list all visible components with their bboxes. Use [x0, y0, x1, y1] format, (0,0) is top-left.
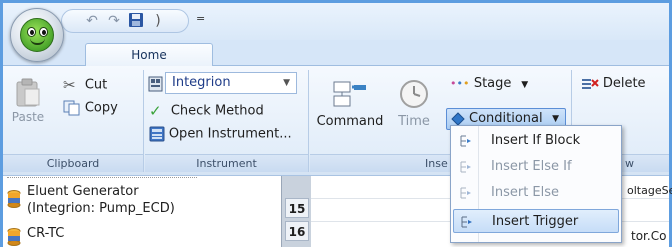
clock-icon [400, 80, 428, 108]
command-label: Command [316, 114, 384, 129]
ribbon-tabs: Home [3, 40, 669, 67]
copy-label: Copy [84, 100, 118, 116]
save-icon[interactable] [127, 12, 145, 30]
time-label: Time [398, 114, 430, 129]
menu-item-insert-trigger[interactable]: Insert Trigger [453, 209, 619, 233]
copy-button[interactable]: Copy [63, 100, 118, 116]
check-method-button[interactable]: ✓ Check Method [149, 102, 264, 120]
tree-item-sublabel: (Integrion: Pump_ECD) [27, 201, 175, 216]
instrument-group: Integrion ▼ ✓ Check Method Open Instrume… [145, 70, 309, 172]
open-instrument-label: Open Instrument... [168, 126, 292, 142]
menu-item-label: Insert Else If [491, 159, 572, 174]
cut-label: Cut [84, 77, 108, 93]
menu-item-label: Insert Else [491, 185, 560, 200]
delete-row-icon [582, 78, 599, 89]
checkmark-icon: ✓ [149, 102, 162, 120]
tree-clipped-item [7, 170, 197, 178]
command-icon [333, 81, 366, 107]
insert-else-if-icon [460, 161, 471, 173]
quick-access-toolbar: ↶ ↷ ) = [61, 9, 205, 35]
insert-trigger-icon [461, 216, 472, 228]
row-number[interactable]: 15 [285, 198, 309, 218]
component-tree: Eluent Generator (Integrion: Pump_ECD) C… [3, 176, 281, 247]
menu-item-insert-if-block[interactable]: Insert If Block [453, 129, 619, 153]
stage-button[interactable]: ••• Stage ▼ [450, 76, 528, 91]
conditional-dropdown-menu: Insert If Block Insert Else If Insert El… [450, 125, 622, 243]
row-number[interactable]: 16 [285, 221, 309, 241]
tree-item-label: Eluent Generator [27, 184, 139, 199]
paste-icon [16, 78, 40, 107]
command-button[interactable]: Command [316, 78, 384, 129]
instrument-panel-icon [149, 126, 165, 142]
logo-eye-left [27, 27, 36, 37]
menu-item-label: Insert Trigger [492, 214, 579, 229]
instrument-select-value: Integrion [172, 75, 231, 90]
crtc-cylinder-icon [7, 228, 21, 246]
application-menu-button[interactable] [10, 8, 64, 62]
undo-icon[interactable]: ↶ [83, 12, 101, 30]
grid-cell-text: oltageSe [627, 184, 672, 197]
grid-cell-text: tor.Co [631, 229, 667, 243]
app-logo-icon [20, 18, 54, 52]
logo-smile [30, 38, 45, 45]
conditional-label: Conditional [469, 111, 543, 126]
menu-item-insert-else-if[interactable]: Insert Else If [453, 155, 619, 179]
title-bar: ↶ ↷ ) = [3, 3, 669, 40]
delete-button[interactable]: Delete [581, 76, 646, 91]
eluent-cylinder-icon [7, 190, 21, 208]
chevron-down-icon: ▼ [283, 78, 290, 88]
qat-divider-icon: ) [155, 13, 161, 29]
paste-button[interactable]: Paste [9, 78, 47, 124]
insert-else-icon [460, 187, 471, 199]
copy-icon [63, 100, 80, 116]
instrument-select[interactable]: Integrion ▼ [165, 72, 297, 94]
menu-item-label: Insert If Block [491, 133, 581, 148]
cut-button[interactable]: ✂ Cut [63, 76, 107, 94]
open-instrument-button[interactable]: Open Instrument... [149, 126, 292, 142]
time-button[interactable]: Time [394, 78, 434, 129]
logo-eye-right [39, 27, 48, 37]
instrument-icon [148, 76, 163, 95]
stage-chevron-down-icon: ▼ [521, 80, 529, 90]
row-number-column: 15 16 [281, 176, 311, 247]
paste-label: Paste [11, 110, 45, 124]
redo-icon[interactable]: ↷ [105, 12, 123, 30]
insert-if-icon [460, 135, 471, 147]
stage-label: Stage [473, 76, 512, 91]
conditional-chevron-down-icon: ▼ [552, 114, 559, 124]
quick-access-pill [61, 9, 189, 33]
customize-qat-button[interactable]: = [196, 12, 205, 25]
menu-item-insert-else[interactable]: Insert Else [453, 181, 619, 205]
tree-item-label: CR-TC [27, 226, 65, 241]
scissors-icon: ✂ [63, 76, 76, 94]
delete-label: Delete [602, 76, 646, 91]
clipboard-group: Paste ✂ Cut Copy Clipboard [3, 70, 144, 172]
stage-icon: ••• [450, 77, 470, 90]
tab-home[interactable]: Home [85, 43, 213, 67]
check-method-label: Check Method [170, 103, 264, 119]
